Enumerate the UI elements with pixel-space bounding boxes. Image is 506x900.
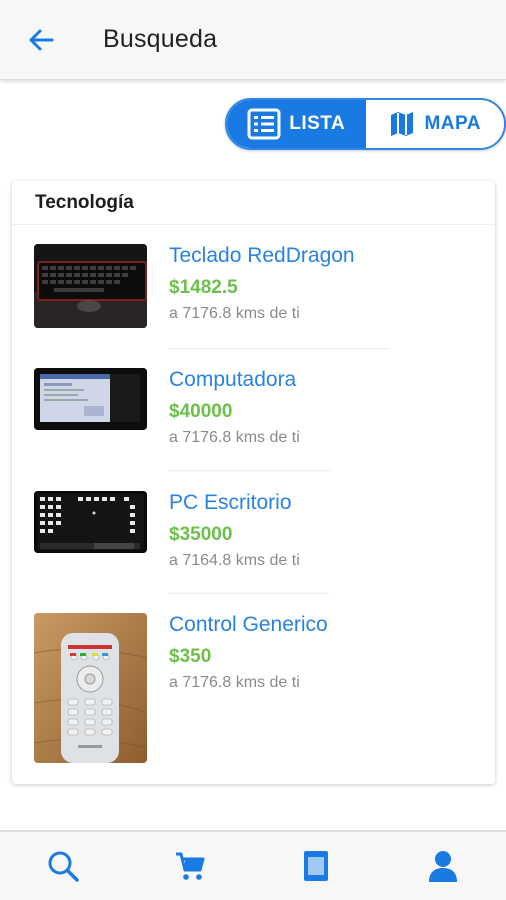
arrow-left-icon — [29, 29, 54, 50]
view-toggle: LISTA MAPA — [225, 98, 506, 150]
list-item[interactable]: Computadora $40000 a 7176.8 kms de ti — [34, 368, 484, 446]
category-header: Tecnología — [12, 181, 495, 225]
category-title: Tecnología — [35, 191, 134, 213]
divider — [169, 470, 331, 471]
list-item[interactable]: PC Escritorio $35000 a 7164.8 kms de ti — [34, 491, 484, 569]
divider — [169, 593, 329, 594]
nav-search[interactable] — [0, 831, 127, 900]
cart-icon — [175, 852, 205, 880]
item-image — [34, 368, 147, 430]
search-icon — [48, 851, 79, 882]
list-item[interactable]: Teclado RedDragon $1482.5 a 7176.8 kms d… — [34, 244, 484, 334]
page-title: Busqueda — [103, 25, 218, 53]
app-bar: Busqueda — [0, 0, 506, 80]
item-distance: a 7176.8 kms de ti — [169, 305, 300, 322]
bottom-nav — [0, 830, 506, 900]
item-distance: a 7164.8 kms de ti — [169, 552, 300, 569]
back-button[interactable] — [21, 20, 61, 60]
list-icon — [247, 108, 281, 140]
list-view-button[interactable]: LISTA — [227, 100, 366, 148]
map-view-label: MAPA — [424, 113, 482, 134]
item-price: $1482.5 — [169, 277, 238, 298]
item-name[interactable]: Control Generico — [169, 613, 328, 637]
item-distance: a 7176.8 kms de ti — [169, 674, 300, 691]
item-price: $40000 — [169, 401, 233, 422]
list-view-label: LISTA — [289, 113, 346, 134]
nav-cart[interactable] — [127, 831, 254, 900]
item-distance: a 7176.8 kms de ti — [169, 429, 300, 446]
nav-profile[interactable] — [380, 831, 506, 900]
item-price: $35000 — [169, 524, 233, 545]
item-name[interactable]: PC Escritorio — [169, 491, 300, 515]
map-icon — [391, 112, 414, 136]
item-name[interactable]: Computadora — [169, 368, 300, 392]
item-name[interactable]: Teclado RedDragon — [169, 244, 355, 268]
map-view-button[interactable]: MAPA — [365, 100, 504, 148]
item-price: $350 — [169, 646, 212, 667]
profile-icon — [428, 851, 457, 882]
nav-catalog[interactable] — [253, 831, 380, 900]
item-image — [34, 613, 147, 763]
catalog-icon — [304, 851, 329, 881]
divider — [169, 348, 389, 349]
item-image — [34, 491, 147, 553]
list-item[interactable]: Control Generico $350 a 7176.8 kms de ti — [34, 613, 484, 765]
results-card: Tecnología Teclado RedDragon $1482.5 a 7… — [12, 181, 495, 784]
item-image — [34, 244, 147, 328]
